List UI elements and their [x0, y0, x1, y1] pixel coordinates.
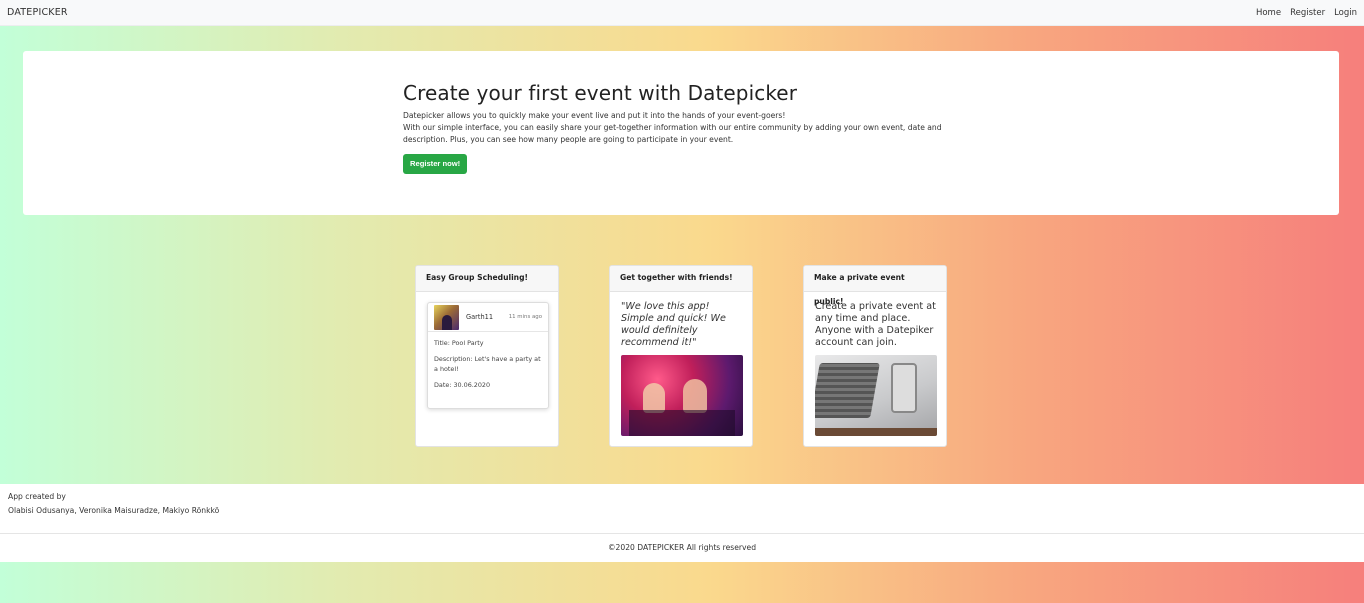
nav-link-home[interactable]: Home — [1256, 8, 1281, 18]
card-get-together: Get together with friends! "We love this… — [609, 265, 753, 447]
laptop-phone-photo — [815, 355, 937, 436]
nav-links: Home Register Login — [1256, 8, 1357, 18]
card-header: Make a private event public! — [804, 266, 946, 306]
post-body: Title: Pool Party Description: Let's hav… — [428, 332, 548, 402]
hero-title: Create your first event with Datepicker — [403, 81, 798, 105]
post-username: Garth11 — [466, 313, 494, 321]
card-header: Easy Group Scheduling! — [416, 266, 558, 292]
testimonial-quote: "We love this app! Simple and quick! We … — [621, 301, 726, 348]
copyright-text: ©2020 DATEPICKER All rights reserved — [0, 533, 1364, 562]
post-header: Garth11 11 mins ago — [428, 303, 548, 332]
sample-event-post: Garth11 11 mins ago Title: Pool Party De… — [427, 302, 549, 409]
navbar: DATEPICKER Home Register Login — [0, 0, 1364, 26]
post-timestamp: 11 mins ago — [508, 314, 542, 320]
nav-link-register[interactable]: Register — [1290, 8, 1325, 18]
hero-content: Create your first event with Datepicker … — [403, 81, 958, 174]
card-private-event: Make a private event public! Create a pr… — [803, 265, 947, 447]
post-description: Description: Let's have a party at a hot… — [434, 355, 541, 373]
post-title: Title: Pool Party — [434, 339, 484, 347]
footer-credits: App created by Olabisi Odusanya, Veronik… — [0, 484, 1364, 518]
brand-logo-link[interactable]: DATEPICKER — [7, 7, 68, 18]
register-now-button[interactable]: Register now! — [403, 154, 468, 174]
nav-link-login[interactable]: Login — [1334, 8, 1357, 18]
card-header: Get together with friends! — [610, 266, 752, 292]
hero-description-text: With our simple interface, you can easil… — [403, 123, 942, 144]
party-photo — [621, 355, 743, 436]
footer: App created by Olabisi Odusanya, Veronik… — [0, 484, 1364, 562]
authors-list: Olabisi Odusanya, Veronika Maisuradze, M… — [8, 506, 220, 515]
card-description: Create a private event at any time and p… — [815, 301, 936, 348]
created-by-label: App created by — [8, 492, 66, 501]
card-group-scheduling: Easy Group Scheduling! Garth11 11 mins a… — [415, 265, 559, 447]
post-date: Date: 30.06.2020 — [434, 381, 491, 389]
hero-jumbotron: Create your first event with Datepicker … — [23, 51, 1339, 215]
hero-intro-text: Datepicker allows you to quickly make yo… — [403, 111, 786, 120]
avatar — [434, 304, 459, 330]
